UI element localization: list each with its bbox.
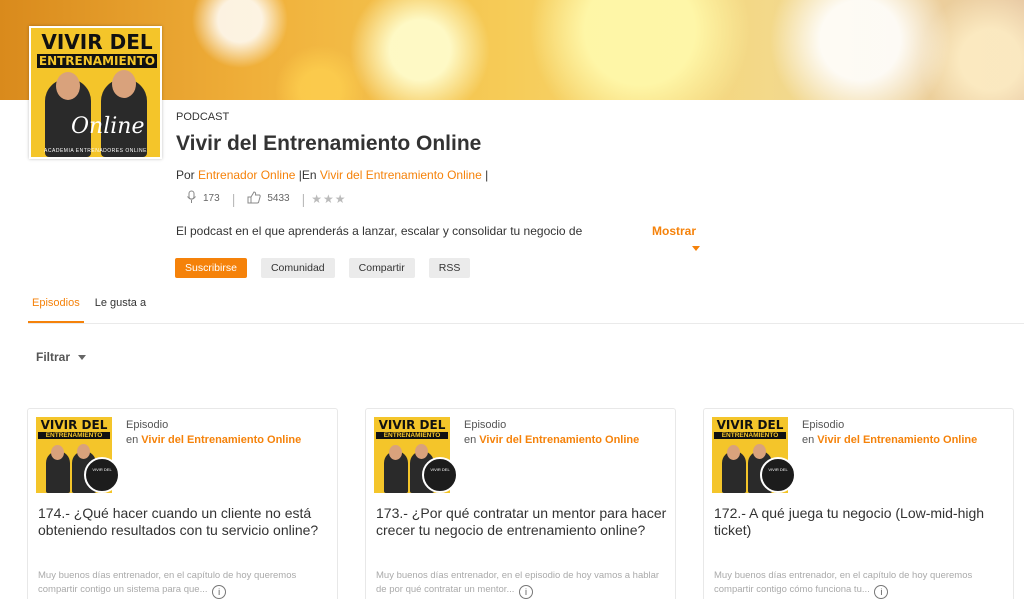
cover-footer-text: ACADEMIA ENTRENADORES ONLINE: [44, 148, 147, 154]
byline-prefix: Por: [176, 168, 199, 182]
channel-link[interactable]: Vivir del Entrenamiento Online: [320, 168, 482, 182]
episode-title[interactable]: 173.- ¿Por qué contratar un mentor para …: [376, 505, 668, 538]
thumb-head: [415, 444, 428, 459]
tab-bar: Episodios Le gusta a: [32, 297, 146, 317]
cover-script-word: Online: [71, 114, 145, 139]
thumb-title: VIVIR DEL: [716, 418, 784, 432]
episode-description: Muy buenos días entrenador, en el capítu…: [714, 569, 1004, 599]
filter-dropdown[interactable]: Filtrar: [36, 350, 87, 364]
episode-channel-link[interactable]: Vivir del Entrenamiento Online: [141, 434, 301, 446]
episode-description: Muy buenos días entrenador, en el capítu…: [38, 569, 328, 599]
episode-card[interactable]: VIVIR DEL ENTRENAMIENTO VIVIR DEL Episod…: [27, 408, 338, 599]
podcast-stats: 173 | 5433 | ★★★: [186, 190, 347, 207]
episode-description-text: Muy buenos días entrenador, en el capítu…: [714, 570, 973, 595]
cover-title-line1: VIVIR DEL: [41, 30, 153, 54]
badge-text: VIVIR DEL: [768, 467, 788, 472]
stats-divider: |: [231, 190, 236, 207]
episode-channel-link[interactable]: Vivir del Entrenamiento Online: [479, 434, 639, 446]
thumb-subtitle: ENTRENAMIENTO: [376, 432, 448, 439]
thumb-head: [753, 444, 766, 459]
rss-button[interactable]: RSS: [428, 258, 471, 278]
podcast-description: El podcast en el que aprenderás a lanzar…: [176, 224, 583, 238]
cover-head-left: [56, 72, 80, 100]
thumbs-up-icon: [247, 190, 261, 207]
badge-text: VIVIR DEL: [430, 467, 450, 472]
active-tab-indicator: [28, 321, 84, 323]
tab-le-gusta-a[interactable]: Le gusta a: [95, 297, 146, 317]
thumb-title: VIVIR DEL: [40, 418, 108, 432]
cover-title: VIVIR DEL ENTRENAMIENTO: [37, 32, 157, 68]
tab-episodios[interactable]: Episodios: [32, 297, 80, 317]
episode-description-text: Muy buenos días entrenador, en el episod…: [376, 570, 660, 595]
episode-type: Episodio: [802, 419, 845, 431]
thumb-head: [389, 445, 402, 460]
episode-card[interactable]: VIVIR DEL ENTRENAMIENTO VIVIR DEL Episod…: [703, 408, 1014, 599]
author-link[interactable]: Entrenador Online: [198, 168, 295, 182]
thumb-subtitle: ENTRENAMIENTO: [38, 432, 110, 439]
badge-text: VIVIR DEL: [92, 467, 112, 472]
episode-channel: en Vivir del Entrenamiento Online: [802, 434, 977, 446]
info-icon[interactable]: i: [874, 584, 889, 599]
microphone-icon: [186, 190, 197, 207]
community-button[interactable]: Comunidad: [260, 258, 335, 278]
episode-channel-prefix: en: [802, 434, 818, 446]
thumb-head: [77, 444, 90, 459]
info-icon[interactable]: i: [212, 584, 227, 599]
podcast-badge-icon: VIVIR DEL: [760, 457, 796, 493]
episode-type: Episodio: [464, 419, 507, 431]
episode-description: Muy buenos días entrenador, en el episod…: [376, 569, 666, 599]
chevron-down-icon[interactable]: [692, 246, 700, 251]
cover-head-right: [112, 70, 136, 98]
action-buttons: Suscribirse Comunidad Compartir RSS: [175, 258, 471, 278]
byline-suffix: |: [481, 168, 489, 182]
podcast-badge-icon: VIVIR DEL: [84, 457, 120, 493]
byline-mid: |En: [295, 168, 320, 182]
episode-title[interactable]: 174.- ¿Qué hacer cuando un cliente no es…: [38, 505, 330, 538]
episode-description-text: Muy buenos días entrenador, en el capítu…: [38, 570, 297, 595]
episode-title[interactable]: 172.- A qué juega tu negocio (Low-mid-hi…: [714, 505, 1006, 538]
episode-channel-link[interactable]: Vivir del Entrenamiento Online: [817, 434, 977, 446]
subscribe-button[interactable]: Suscribirse: [175, 258, 247, 278]
podcast-cover[interactable]: VIVIR DEL ENTRENAMIENTO Online ACADEMIA …: [29, 26, 162, 159]
show-more-link[interactable]: Mostrar: [652, 224, 696, 238]
thumb-subtitle: ENTRENAMIENTO: [714, 432, 786, 439]
podcast-tag: PODCAST: [176, 111, 230, 123]
thumb-head: [727, 445, 740, 460]
rating-stars[interactable]: ★★★: [311, 192, 346, 206]
episode-channel-prefix: en: [126, 434, 142, 446]
chevron-down-icon: [78, 354, 87, 360]
episode-channel-prefix: en: [464, 434, 480, 446]
episode-type: Episodio: [126, 419, 169, 431]
info-icon[interactable]: i: [519, 584, 534, 599]
thumb-title: VIVIR DEL: [378, 418, 446, 432]
cover-title-line2: ENTRENAMIENTO: [37, 54, 157, 68]
episodes-count: 173: [203, 193, 220, 204]
byline: Por Entrenador Online |En Vivir del Entr…: [176, 168, 488, 182]
tab-divider: [28, 323, 1024, 324]
likes-count: 5433: [267, 193, 290, 204]
share-button[interactable]: Compartir: [348, 258, 415, 278]
thumb-head: [51, 445, 64, 460]
page-title: Vivir del Entrenamiento Online: [176, 132, 482, 155]
episode-channel: en Vivir del Entrenamiento Online: [464, 434, 639, 446]
filter-label: Filtrar: [36, 350, 71, 364]
episode-channel: en Vivir del Entrenamiento Online: [126, 434, 301, 446]
podcast-badge-icon: VIVIR DEL: [422, 457, 458, 493]
stats-divider-2: |: [301, 190, 306, 207]
episode-card[interactable]: VIVIR DEL ENTRENAMIENTO VIVIR DEL Episod…: [365, 408, 676, 599]
